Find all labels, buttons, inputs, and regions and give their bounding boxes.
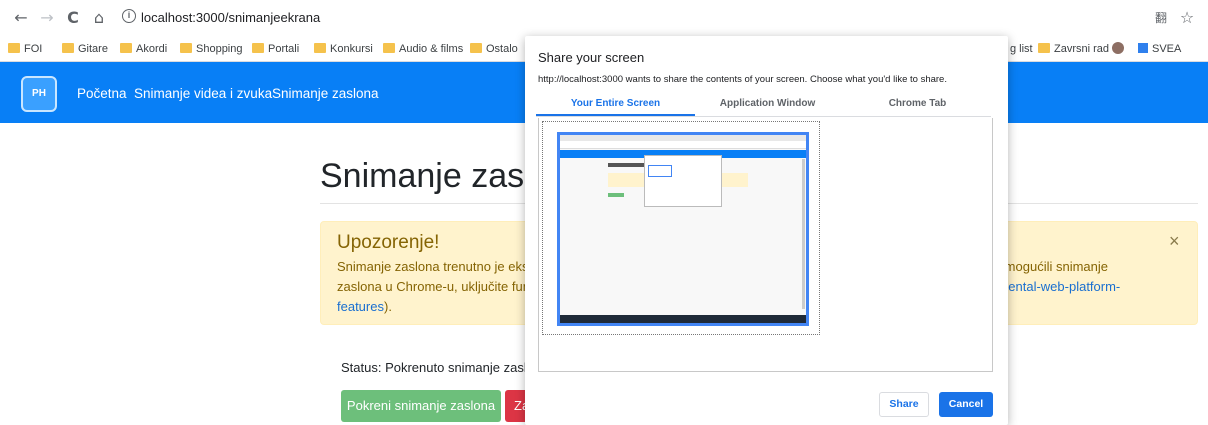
nav-link-screen-recording[interactable]: Snimanje zaslona (272, 86, 379, 101)
active-tab-indicator (536, 114, 695, 116)
bookmark-konkursi[interactable]: Konkursi (314, 41, 373, 57)
mini-button (608, 193, 624, 197)
folder-icon (8, 43, 20, 53)
folder-icon (252, 43, 264, 53)
close-icon[interactable]: × (1169, 232, 1180, 250)
reload-icon[interactable]: C (64, 9, 82, 27)
tab-chrome-tab[interactable]: Chrome Tab (840, 96, 995, 118)
bookmark-gitare[interactable]: Gitare (62, 41, 108, 57)
folder-icon (1038, 43, 1050, 53)
alert-text-line2: zaslona u Chrome-u, uključite funk (337, 279, 537, 294)
alert-text-line1: Snimanje zaslona trenutno je eksp (337, 259, 536, 274)
avatar-icon (1112, 42, 1124, 54)
cancel-button[interactable]: Cancel (939, 392, 993, 417)
bookmark-reading-list[interactable]: g list (1010, 41, 1033, 57)
dialog-description: http://localhost:3000 wants to share the… (538, 74, 947, 85)
folder-icon (180, 43, 192, 53)
site-logo[interactable]: PH (21, 76, 57, 112)
folder-icon (120, 43, 132, 53)
folder-icon (470, 43, 482, 53)
mini-toolbar (560, 141, 806, 149)
alert-link-features[interactable]: features (337, 299, 384, 314)
back-icon[interactable]: ← (12, 9, 30, 27)
nav-link-video-audio[interactable]: Snimanje videa i zvuka (134, 86, 272, 101)
screen-thumbnail (557, 132, 809, 326)
dialog-title: Share your screen (538, 50, 645, 65)
forward-icon[interactable]: → (38, 9, 56, 27)
tab-application-window[interactable]: Application Window (695, 96, 840, 118)
status-text: Status: Pokrenuto snimanje zaslona (341, 360, 549, 375)
share-screen-dialog: Share your screen http://localhost:3000 … (525, 36, 1008, 425)
translate-icon[interactable]: 翻 (1152, 9, 1170, 27)
bookmark-akordi[interactable]: Akordi (120, 41, 167, 57)
mini-dialog-thumb (648, 165, 672, 177)
bookmark-audio-films[interactable]: Audio & films (383, 41, 463, 57)
bookmark-shopping[interactable]: Shopping (180, 41, 243, 57)
bookmark-foi[interactable]: FOI (8, 41, 42, 57)
folder-icon (62, 43, 74, 53)
mini-taskbar (560, 315, 806, 323)
star-icon[interactable]: ☆ (1178, 9, 1196, 27)
bookmark-portali[interactable]: Portali (252, 41, 299, 57)
bookmark-ostalo[interactable]: Ostalo (470, 41, 518, 57)
start-recording-button[interactable]: Pokreni snimanje zaslona (341, 390, 501, 422)
nav-link-pocetna[interactable]: Početna (77, 86, 127, 101)
source-list (538, 118, 993, 372)
mini-dialog (644, 155, 722, 207)
folder-icon (314, 43, 326, 53)
bookmark-zavrsni-rad[interactable]: Zavrsni rad (1038, 41, 1109, 57)
alert-text-line3: features). (337, 299, 392, 314)
address-bar[interactable]: localhost:3000/snimanjeekrana (141, 10, 320, 25)
folder-icon (383, 43, 395, 53)
screen-option[interactable] (542, 121, 820, 335)
alert-heading: Upozorenje! (337, 232, 440, 253)
share-button[interactable]: Share (879, 392, 929, 417)
svea-icon (1138, 43, 1148, 53)
tabs-divider (536, 116, 991, 117)
mini-title (608, 163, 648, 167)
bookmark-svea[interactable]: SVEA (1138, 41, 1181, 57)
browser-toolbar: ← → C ⌂ i localhost:3000/snimanjeekrana … (0, 0, 1208, 36)
bookmark-avatar[interactable] (1112, 41, 1124, 57)
info-icon[interactable]: i (122, 9, 136, 23)
home-icon[interactable]: ⌂ (90, 9, 108, 27)
mini-scrollbar (802, 159, 805, 309)
